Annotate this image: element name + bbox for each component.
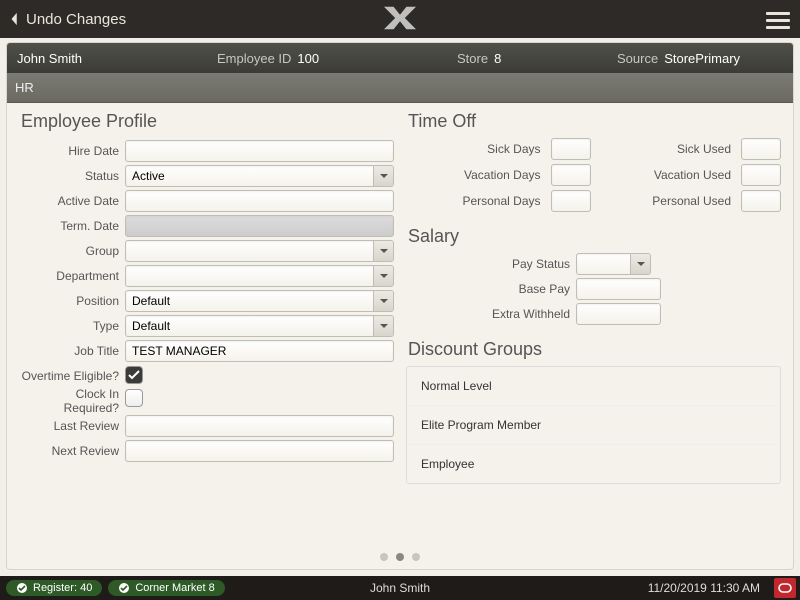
vacation-days-input[interactable]: [551, 164, 591, 186]
section-title-timeoff: Time Off: [408, 111, 781, 132]
discount-group-item[interactable]: Normal Level: [407, 367, 780, 406]
discount-group-item[interactable]: Elite Program Member: [407, 406, 780, 445]
check-circle-icon: [118, 582, 130, 594]
timeoff-grid: Sick Days Sick Used Vacation Days Vacati…: [406, 138, 781, 212]
check-circle-icon: [16, 582, 28, 594]
sick-used-input[interactable]: [741, 138, 781, 160]
clockin-checkbox[interactable]: [125, 389, 143, 407]
vacation-used-input[interactable]: [741, 164, 781, 186]
app-logo: [384, 6, 416, 35]
employee-profile-section: Employee Profile Hire Date Status Active…: [13, 109, 400, 539]
type-select[interactable]: Default: [125, 315, 394, 337]
base-pay-input[interactable]: [576, 278, 661, 300]
status-select[interactable]: Active: [125, 165, 394, 187]
page-dot[interactable]: [412, 553, 420, 561]
department-select[interactable]: [125, 265, 394, 287]
undo-label: Undo Changes: [26, 11, 126, 28]
check-icon: [128, 369, 140, 381]
last-review-input[interactable]: [125, 415, 394, 437]
status-time: 11/20/2019 11:30 AM: [648, 581, 760, 595]
discount-groups-list: Normal Level Elite Program Member Employ…: [406, 366, 781, 484]
menu-button[interactable]: [766, 8, 790, 33]
position-select[interactable]: Default: [125, 290, 394, 312]
discount-group-item[interactable]: Employee: [407, 445, 780, 483]
term-date-input: [125, 215, 394, 237]
section-title-profile: Employee Profile: [21, 111, 394, 132]
hire-date-input[interactable]: [125, 140, 394, 162]
personal-used-input[interactable]: [741, 190, 781, 212]
overtime-checkbox[interactable]: [125, 366, 143, 384]
group-select[interactable]: [125, 240, 394, 262]
employee-summary-bar: John Smith Employee ID100 Store8 SourceS…: [7, 43, 793, 73]
employee-card: John Smith Employee ID100 Store8 SourceS…: [6, 42, 794, 570]
oracle-icon: [778, 583, 792, 593]
register-status[interactable]: Register: 40: [6, 580, 102, 596]
job-title-input[interactable]: [125, 340, 394, 362]
extra-withheld-input[interactable]: [576, 303, 661, 325]
status-user: John Smith: [370, 581, 430, 595]
x-logo-icon: [384, 6, 416, 30]
section-title-discount: Discount Groups: [408, 339, 781, 360]
chevron-left-icon: [8, 12, 22, 26]
personal-days-input[interactable]: [551, 190, 591, 212]
page-dot[interactable]: [380, 553, 388, 561]
page-indicator: [7, 553, 793, 561]
status-bar: Register: 40 Corner Market 8 John Smith …: [0, 576, 800, 600]
active-date-input[interactable]: [125, 190, 394, 212]
right-column: Time Off Sick Days Sick Used Vacation Da…: [400, 109, 787, 539]
next-review-input[interactable]: [125, 440, 394, 462]
vendor-badge: [774, 578, 796, 598]
employee-name: John Smith: [17, 51, 82, 66]
section-title-salary: Salary: [408, 226, 781, 247]
undo-button[interactable]: Undo Changes: [0, 11, 126, 28]
tab-hr: HR: [15, 80, 34, 95]
page-dot[interactable]: [396, 553, 404, 561]
sick-days-input[interactable]: [551, 138, 591, 160]
section-tab[interactable]: HR: [7, 73, 793, 103]
pay-status-select[interactable]: [576, 253, 651, 275]
app-topbar: Undo Changes: [0, 0, 800, 38]
store-status[interactable]: Corner Market 8: [108, 580, 224, 596]
